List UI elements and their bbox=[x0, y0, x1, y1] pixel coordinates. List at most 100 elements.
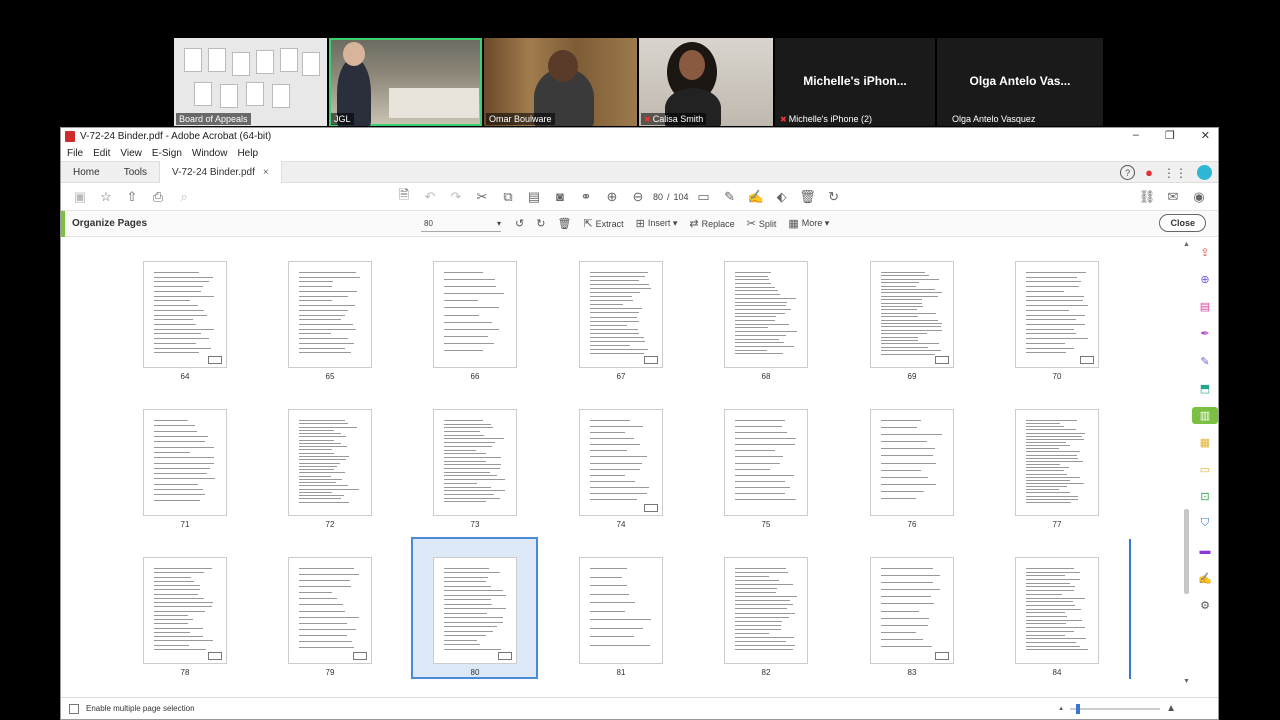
more-tools-icon[interactable]: ⚙ bbox=[1196, 597, 1214, 614]
highlight-pen-icon[interactable]: ✎ bbox=[717, 189, 743, 205]
scroll-up-icon[interactable]: ▲ bbox=[1183, 241, 1190, 248]
next-page-icon[interactable]: ⊖ bbox=[625, 189, 651, 205]
send-review-icon[interactable]: ⬒ bbox=[1196, 380, 1214, 397]
enhance-scans-icon[interactable]: ▦ bbox=[1196, 434, 1214, 451]
menu-help[interactable]: Help bbox=[237, 148, 258, 159]
page-thumbnail[interactable] bbox=[724, 261, 808, 368]
sign-icon[interactable]: ✍ bbox=[743, 189, 769, 205]
page-thumbnail[interactable] bbox=[579, 557, 663, 664]
save-icon[interactable]: ▣ bbox=[67, 189, 93, 205]
page-thumbnail[interactable] bbox=[433, 557, 517, 664]
page-range-field[interactable]: 80 ▾ bbox=[421, 216, 501, 232]
notification-bell-icon[interactable]: ● bbox=[1145, 165, 1153, 180]
paste-icon[interactable]: ▤ bbox=[521, 189, 547, 205]
participant-tile-board-of-appeals[interactable]: Board of Appeals bbox=[174, 38, 327, 126]
page-thumbnail[interactable] bbox=[724, 409, 808, 516]
avatar[interactable] bbox=[1197, 165, 1212, 180]
previous-page-icon[interactable]: ⊕ bbox=[599, 189, 625, 205]
redact-icon[interactable]: ▬ bbox=[1196, 543, 1214, 560]
menu-window[interactable]: Window bbox=[192, 148, 228, 159]
comment-icon[interactable]: ▭ bbox=[1196, 461, 1214, 478]
redo-icon[interactable]: ↷ bbox=[443, 189, 469, 205]
bookmark-star-icon[interactable]: ☆ bbox=[93, 189, 119, 205]
screenshot-icon[interactable]: ◙ bbox=[547, 189, 573, 204]
edit-pdf-icon[interactable]: ✎ bbox=[1196, 353, 1214, 370]
page-thumbnail[interactable] bbox=[143, 409, 227, 516]
page-thumbnail[interactable] bbox=[433, 409, 517, 516]
page-thumbnail[interactable] bbox=[143, 261, 227, 368]
combine-files-icon[interactable]: ▤ bbox=[1196, 298, 1214, 315]
multiple-selection-checkbox[interactable] bbox=[69, 703, 79, 714]
minimize-button[interactable]: – bbox=[1133, 129, 1139, 142]
tab-tools[interactable]: Tools bbox=[112, 161, 159, 183]
page-thumbnail[interactable] bbox=[870, 409, 954, 516]
participant-tile-michelles-iphone[interactable]: Michelle's iPhon... ✖ Michelle's iPhone (… bbox=[775, 38, 935, 126]
close-window-button[interactable]: ✕ bbox=[1201, 129, 1210, 142]
delete-icon[interactable]: 🗑 bbox=[795, 189, 821, 205]
link-icon[interactable]: ⛓ bbox=[1134, 189, 1160, 205]
scan-ocr-icon[interactable]: ⊡ bbox=[1196, 488, 1214, 505]
page-thumbnail[interactable] bbox=[433, 261, 517, 368]
help-icon[interactable]: ? bbox=[1120, 165, 1136, 180]
page-thumbnail[interactable] bbox=[1015, 261, 1099, 368]
page-thumbnail[interactable] bbox=[1015, 409, 1099, 516]
vertical-scrollbar[interactable]: ▲ ▼ bbox=[1182, 239, 1192, 687]
menu-edit[interactable]: Edit bbox=[93, 148, 110, 159]
page-thumbnail[interactable] bbox=[870, 557, 954, 664]
create-pdf-icon[interactable]: ⊕ bbox=[1196, 271, 1214, 288]
insert-button[interactable]: ⊞ Insert ▾ bbox=[636, 217, 678, 230]
page-thumbnail[interactable] bbox=[724, 557, 808, 664]
page-thumbnail[interactable] bbox=[1015, 557, 1099, 664]
page-thumbnail[interactable] bbox=[579, 409, 663, 516]
create-pdf-icon[interactable]: 🗎 bbox=[391, 186, 417, 208]
page-thumbnail[interactable] bbox=[288, 557, 372, 664]
zoom-in-icon[interactable]: ▲ bbox=[1166, 703, 1176, 714]
upload-icon[interactable]: ⇧ bbox=[119, 189, 145, 205]
tab-document[interactable]: V-72-24 Binder.pdf × bbox=[159, 161, 282, 183]
participant-tile-calisa-smith[interactable]: ✖ Calisa Smith bbox=[639, 38, 773, 126]
split-button[interactable]: ✂ Split bbox=[747, 217, 777, 230]
current-page-field[interactable]: 80 bbox=[653, 192, 663, 202]
close-organize-button[interactable]: Close bbox=[1159, 214, 1206, 232]
page-thumbnail[interactable] bbox=[288, 261, 372, 368]
menu-view[interactable]: View bbox=[120, 148, 142, 159]
more-button[interactable]: ▦ More ▾ bbox=[788, 217, 829, 230]
replace-button[interactable]: ⇄ Replace bbox=[689, 217, 734, 230]
scroll-down-icon[interactable]: ▼ bbox=[1183, 678, 1190, 685]
tab-close-icon[interactable]: × bbox=[263, 167, 269, 178]
cut-icon[interactable]: ✂ bbox=[469, 189, 495, 205]
page-thumbnail[interactable] bbox=[579, 261, 663, 368]
export-pdf-icon[interactable]: ⇪ bbox=[1196, 244, 1214, 261]
tab-home[interactable]: Home bbox=[61, 161, 112, 183]
page-thumbnail[interactable] bbox=[288, 409, 372, 516]
binoculars-icon[interactable]: ⚭ bbox=[573, 189, 599, 205]
request-signature-icon[interactable]: ✍ bbox=[1196, 570, 1214, 587]
extract-button[interactable]: ⇱ Extract bbox=[583, 217, 623, 230]
apps-grid-icon[interactable]: ⋮⋮ bbox=[1163, 166, 1187, 180]
rotate-right-button[interactable]: ↻ bbox=[536, 217, 545, 230]
undo-icon[interactable]: ↶ bbox=[417, 189, 443, 205]
search-icon[interactable]: ⌕ bbox=[171, 189, 197, 205]
delete-page-button[interactable]: 🗑 bbox=[557, 217, 571, 230]
organize-pages-icon[interactable]: ▥ bbox=[1192, 406, 1218, 424]
participant-tile-omar-boulware[interactable]: Omar Boulware bbox=[484, 38, 637, 126]
restore-button[interactable]: ❐ bbox=[1165, 129, 1175, 142]
rotate-left-button[interactable]: ↺ bbox=[515, 217, 524, 230]
participant-tile-olga-antelo-vasquez[interactable]: Olga Antelo Vas... Olga Antelo Vasquez bbox=[937, 38, 1103, 126]
zoom-out-icon[interactable]: ▲ bbox=[1058, 706, 1064, 712]
stamp-icon[interactable]: ⬖ bbox=[769, 189, 795, 205]
participant-tile-jgl[interactable]: JGL bbox=[329, 38, 482, 126]
fill-sign-icon[interactable]: ✒ bbox=[1196, 325, 1214, 342]
protect-shield-icon[interactable]: ⛉ bbox=[1196, 515, 1214, 532]
page-thumbnail[interactable] bbox=[870, 261, 954, 368]
zoom-slider-knob[interactable] bbox=[1076, 703, 1081, 714]
menu-file[interactable]: File bbox=[67, 148, 83, 159]
copy-icon[interactable]: ⧉ bbox=[495, 189, 521, 205]
scrollbar-thumb[interactable] bbox=[1184, 509, 1189, 594]
comment-icon[interactable]: ▭ bbox=[691, 189, 717, 205]
rotate-icon[interactable]: ↻ bbox=[821, 189, 847, 205]
share-user-icon[interactable]: ◉ bbox=[1186, 189, 1212, 205]
menu-esign[interactable]: E-Sign bbox=[152, 148, 182, 159]
zoom-slider[interactable] bbox=[1070, 703, 1161, 714]
email-icon[interactable]: ✉ bbox=[1160, 189, 1186, 205]
